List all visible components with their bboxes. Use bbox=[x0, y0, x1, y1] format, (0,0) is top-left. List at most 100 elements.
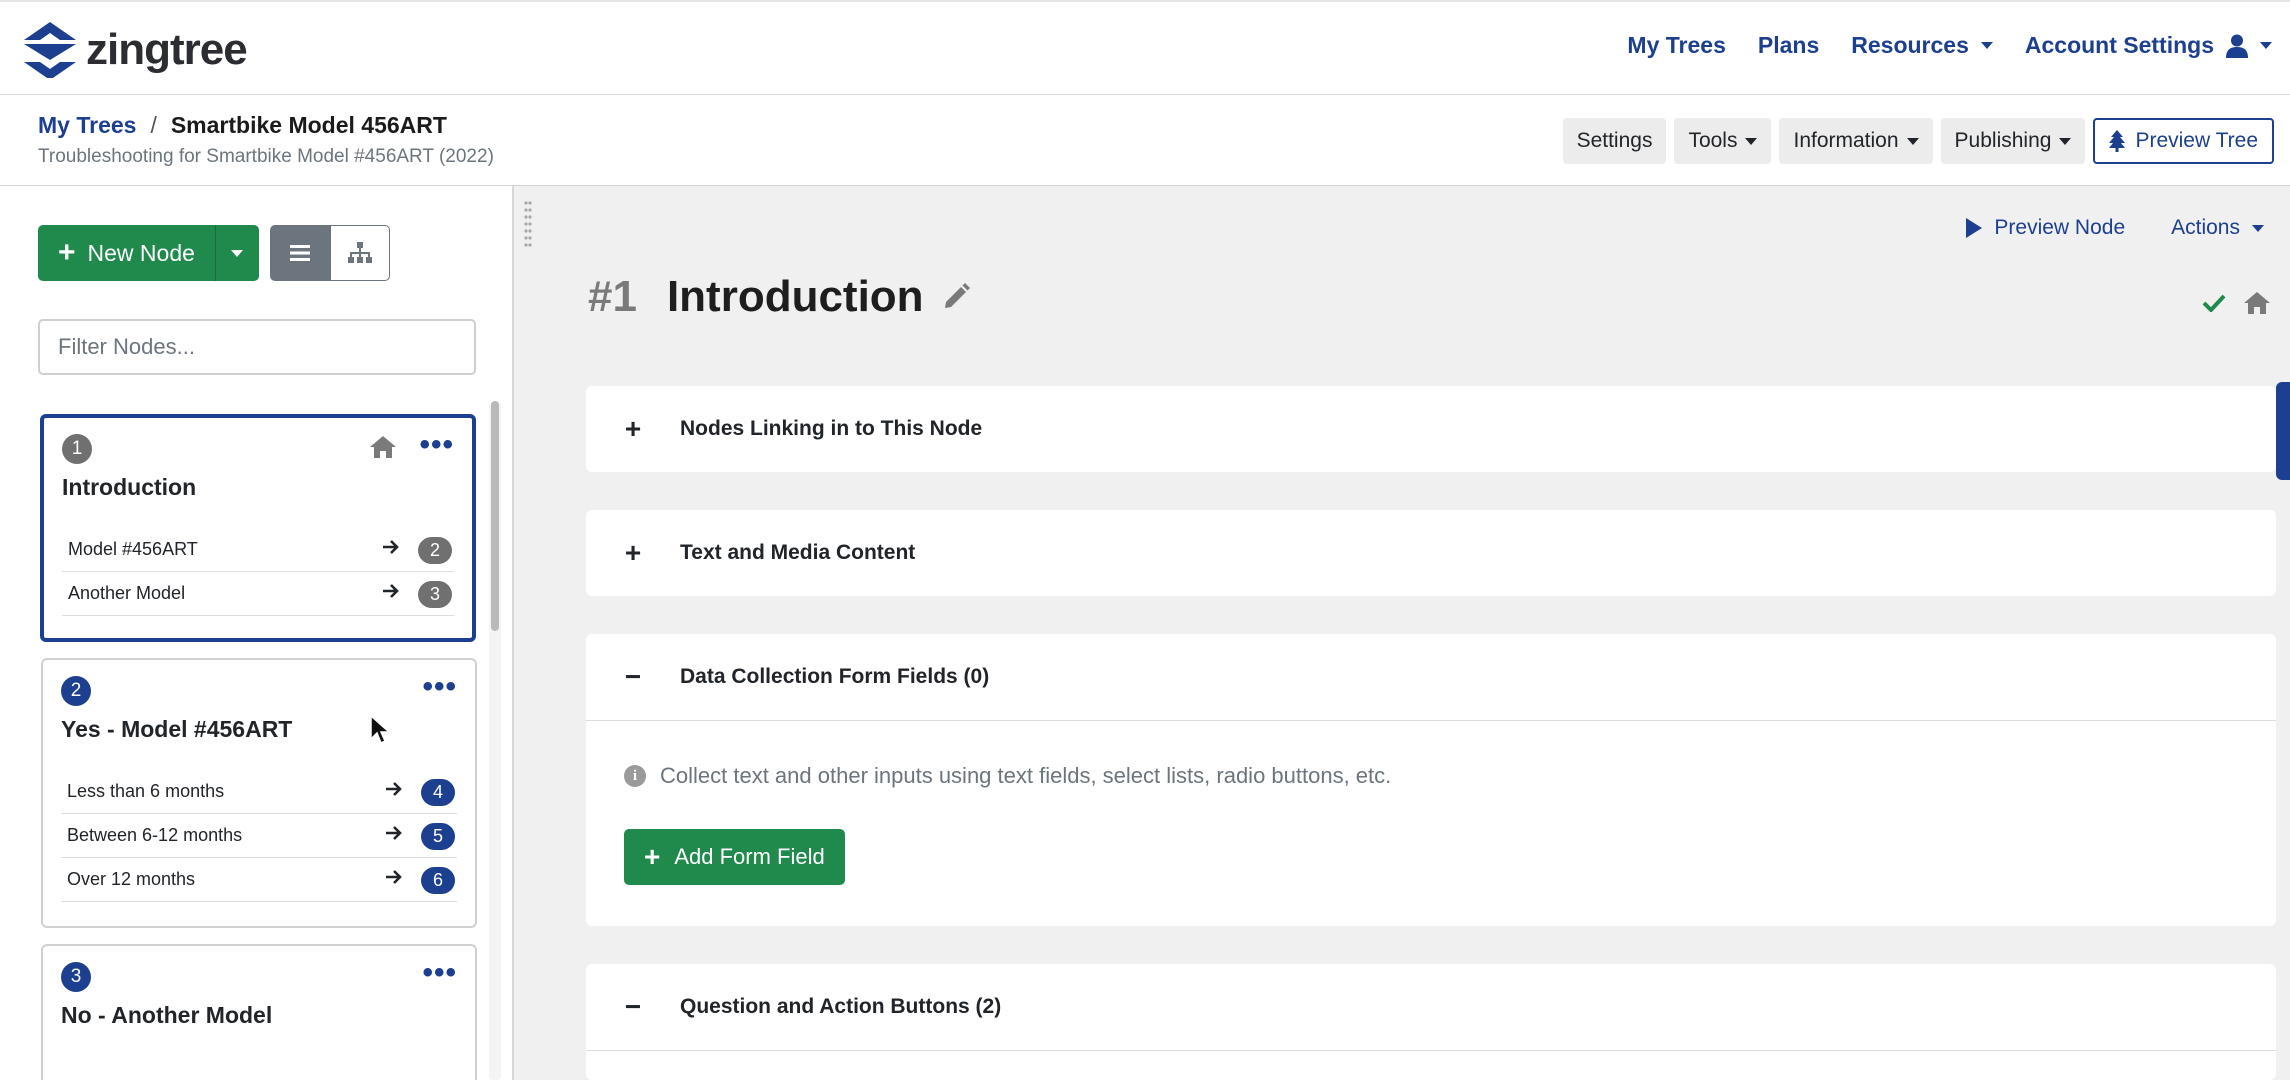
tools-dropdown[interactable]: Tools bbox=[1674, 118, 1772, 164]
publishing-label: Publishing bbox=[1954, 129, 2052, 152]
panel-title: Nodes Linking in to This Node bbox=[680, 417, 983, 440]
panel-title: Data Collection Form Fields (0) bbox=[680, 665, 990, 688]
actions-label: Actions bbox=[2171, 216, 2240, 239]
new-node-button-group: + New Node bbox=[38, 225, 259, 281]
node-link-row[interactable]: Over 12 months 6 bbox=[61, 858, 457, 902]
panel-header[interactable]: + Nodes Linking in to This Node bbox=[586, 386, 2276, 472]
node-link-label: Model #456ART bbox=[68, 539, 198, 559]
node-card-2[interactable]: 2 ••• Yes - Model #456ART Less than 6 mo… bbox=[41, 658, 477, 928]
node-heading-number: #1 bbox=[588, 272, 637, 321]
zingtree-logo-icon bbox=[24, 22, 76, 78]
node-link-label: Between 6-12 months bbox=[67, 825, 243, 845]
preview-tree-label: Preview Tree bbox=[2135, 129, 2258, 152]
breadcrumb: My Trees / Smartbike Model 456ART bbox=[38, 112, 447, 139]
plus-icon: + bbox=[58, 236, 76, 269]
node-link-row[interactable]: Between 6-12 months 5 bbox=[61, 814, 457, 858]
node-number-badge: 2 bbox=[61, 676, 91, 706]
panel-header[interactable]: − Data Collection Form Fields (0) bbox=[586, 634, 2276, 720]
panel-body bbox=[586, 1050, 2276, 1080]
node-title: No - Another Model bbox=[61, 1002, 273, 1028]
side-feedback-tab[interactable] bbox=[2276, 382, 2290, 480]
chevron-down-icon bbox=[2260, 42, 2272, 49]
node-link-target-badge[interactable]: 5 bbox=[421, 823, 455, 850]
panel-title: Question and Action Buttons (2) bbox=[680, 995, 1002, 1018]
node-link-target-badge[interactable]: 4 bbox=[421, 779, 455, 806]
node-link-row[interactable]: Less than 6 months 4 bbox=[61, 770, 457, 814]
new-node-dropdown-toggle[interactable] bbox=[214, 225, 259, 281]
nav-my-trees[interactable]: My Trees bbox=[1627, 32, 1725, 59]
resize-handle-icon[interactable] bbox=[524, 200, 532, 248]
expand-icon: + bbox=[624, 537, 642, 568]
tree-description: Troubleshooting for Smartbike Model #456… bbox=[38, 146, 494, 167]
info-icon: i bbox=[624, 765, 646, 787]
zingtree-logo[interactable]: zingtree bbox=[24, 22, 248, 78]
sidebar-scrollbar[interactable] bbox=[491, 401, 499, 631]
nav-plans[interactable]: Plans bbox=[1758, 32, 1819, 59]
expand-icon: + bbox=[624, 413, 642, 444]
preview-tree-button[interactable]: Preview Tree bbox=[2093, 118, 2274, 164]
top-navbar: zingtree My Trees Plans Resources Accoun… bbox=[0, 0, 2290, 95]
node-number-badge: 1 bbox=[62, 434, 92, 464]
node-link-target-badge[interactable]: 6 bbox=[421, 867, 455, 894]
add-form-field-label: Add Form Field bbox=[674, 844, 825, 869]
play-icon bbox=[1966, 218, 1983, 238]
pencil-icon[interactable] bbox=[942, 283, 970, 311]
node-link-label: Less than 6 months bbox=[67, 781, 225, 801]
preview-node-button[interactable]: Preview Node bbox=[1966, 216, 2125, 240]
information-dropdown[interactable]: Information bbox=[1779, 118, 1933, 164]
nav-account-settings-label: Account Settings bbox=[2024, 32, 2214, 58]
home-icon[interactable] bbox=[2244, 292, 2270, 314]
breadcrumb-current-tree: Smartbike Model 456ART bbox=[170, 112, 447, 138]
breadcrumb-my-trees[interactable]: My Trees bbox=[38, 112, 136, 139]
node-link-row[interactable]: Another Model 3 bbox=[62, 572, 454, 616]
mouse-cursor-icon bbox=[370, 715, 390, 745]
panel-body: i Collect text and other inputs using te… bbox=[586, 720, 2276, 926]
publishing-dropdown[interactable]: Publishing bbox=[1940, 118, 2086, 164]
preview-node-label: Preview Node bbox=[1994, 216, 2126, 239]
chevron-down-icon bbox=[2252, 224, 2264, 232]
new-node-label: New Node bbox=[87, 239, 195, 266]
panel-header[interactable]: + Text and Media Content bbox=[586, 510, 2276, 596]
logo-wordmark: zingtree bbox=[86, 25, 248, 74]
form-fields-info: i Collect text and other inputs using te… bbox=[624, 763, 1391, 789]
plus-icon: + bbox=[644, 841, 661, 872]
nav-account-settings-dropdown[interactable]: Account Settings bbox=[2025, 32, 2272, 59]
nav-resources-dropdown[interactable]: Resources bbox=[1851, 32, 1993, 59]
arrow-right-icon bbox=[386, 826, 402, 840]
panel-header[interactable]: − Question and Action Buttons (2) bbox=[586, 964, 2276, 1050]
node-menu-dots-icon[interactable]: ••• bbox=[422, 958, 457, 988]
chevron-down-icon bbox=[2059, 137, 2072, 145]
tree-view-button[interactable] bbox=[330, 225, 390, 281]
node-link-row[interactable]: Model #456ART 2 bbox=[62, 528, 454, 572]
node-title: Introduction bbox=[62, 474, 197, 500]
node-menu-dots-icon[interactable]: ••• bbox=[419, 430, 454, 460]
view-toggle bbox=[270, 225, 390, 281]
form-fields-info-text: Collect text and other inputs using text… bbox=[660, 763, 1392, 788]
node-menu-dots-icon[interactable]: ••• bbox=[422, 672, 457, 702]
arrow-right-icon bbox=[383, 540, 399, 554]
node-card-1[interactable]: 1 ••• Introduction Model #456ART 2 Anoth… bbox=[40, 414, 476, 642]
node-card-3[interactable]: 3 ••• No - Another Model bbox=[41, 944, 477, 1080]
collapse-icon: − bbox=[624, 661, 642, 692]
chevron-down-icon bbox=[231, 249, 244, 257]
list-view-button[interactable] bbox=[270, 225, 330, 281]
panel-nodes-linking-in: + Nodes Linking in to This Node bbox=[586, 386, 2276, 472]
settings-button[interactable]: Settings bbox=[1562, 118, 1667, 164]
panel-data-collection-form-fields: − Data Collection Form Fields (0) i Coll… bbox=[586, 634, 2276, 926]
node-title: Yes - Model #456ART bbox=[61, 716, 293, 742]
sitemap-icon bbox=[348, 242, 372, 263]
node-link-target-badge[interactable]: 3 bbox=[418, 581, 452, 608]
node-heading: #1 Introduction bbox=[588, 272, 970, 322]
panel-title: Text and Media Content bbox=[680, 541, 916, 564]
new-node-button[interactable]: + New Node bbox=[38, 225, 215, 281]
arrow-right-icon bbox=[383, 584, 399, 598]
filter-nodes-input[interactable]: Filter Nodes... bbox=[38, 319, 476, 375]
node-link-target-badge[interactable]: 2 bbox=[418, 537, 452, 564]
actions-dropdown[interactable]: Actions bbox=[2171, 216, 2264, 240]
user-icon bbox=[2226, 34, 2248, 58]
node-sidebar: + New Node Filter Nodes... 1 ••• Introdu… bbox=[0, 186, 514, 1080]
add-form-field-button[interactable]: + Add Form Field bbox=[624, 829, 845, 885]
checkmark-icon bbox=[2202, 294, 2226, 312]
arrow-right-icon bbox=[386, 870, 402, 884]
breadcrumb-separator: / bbox=[150, 112, 157, 138]
